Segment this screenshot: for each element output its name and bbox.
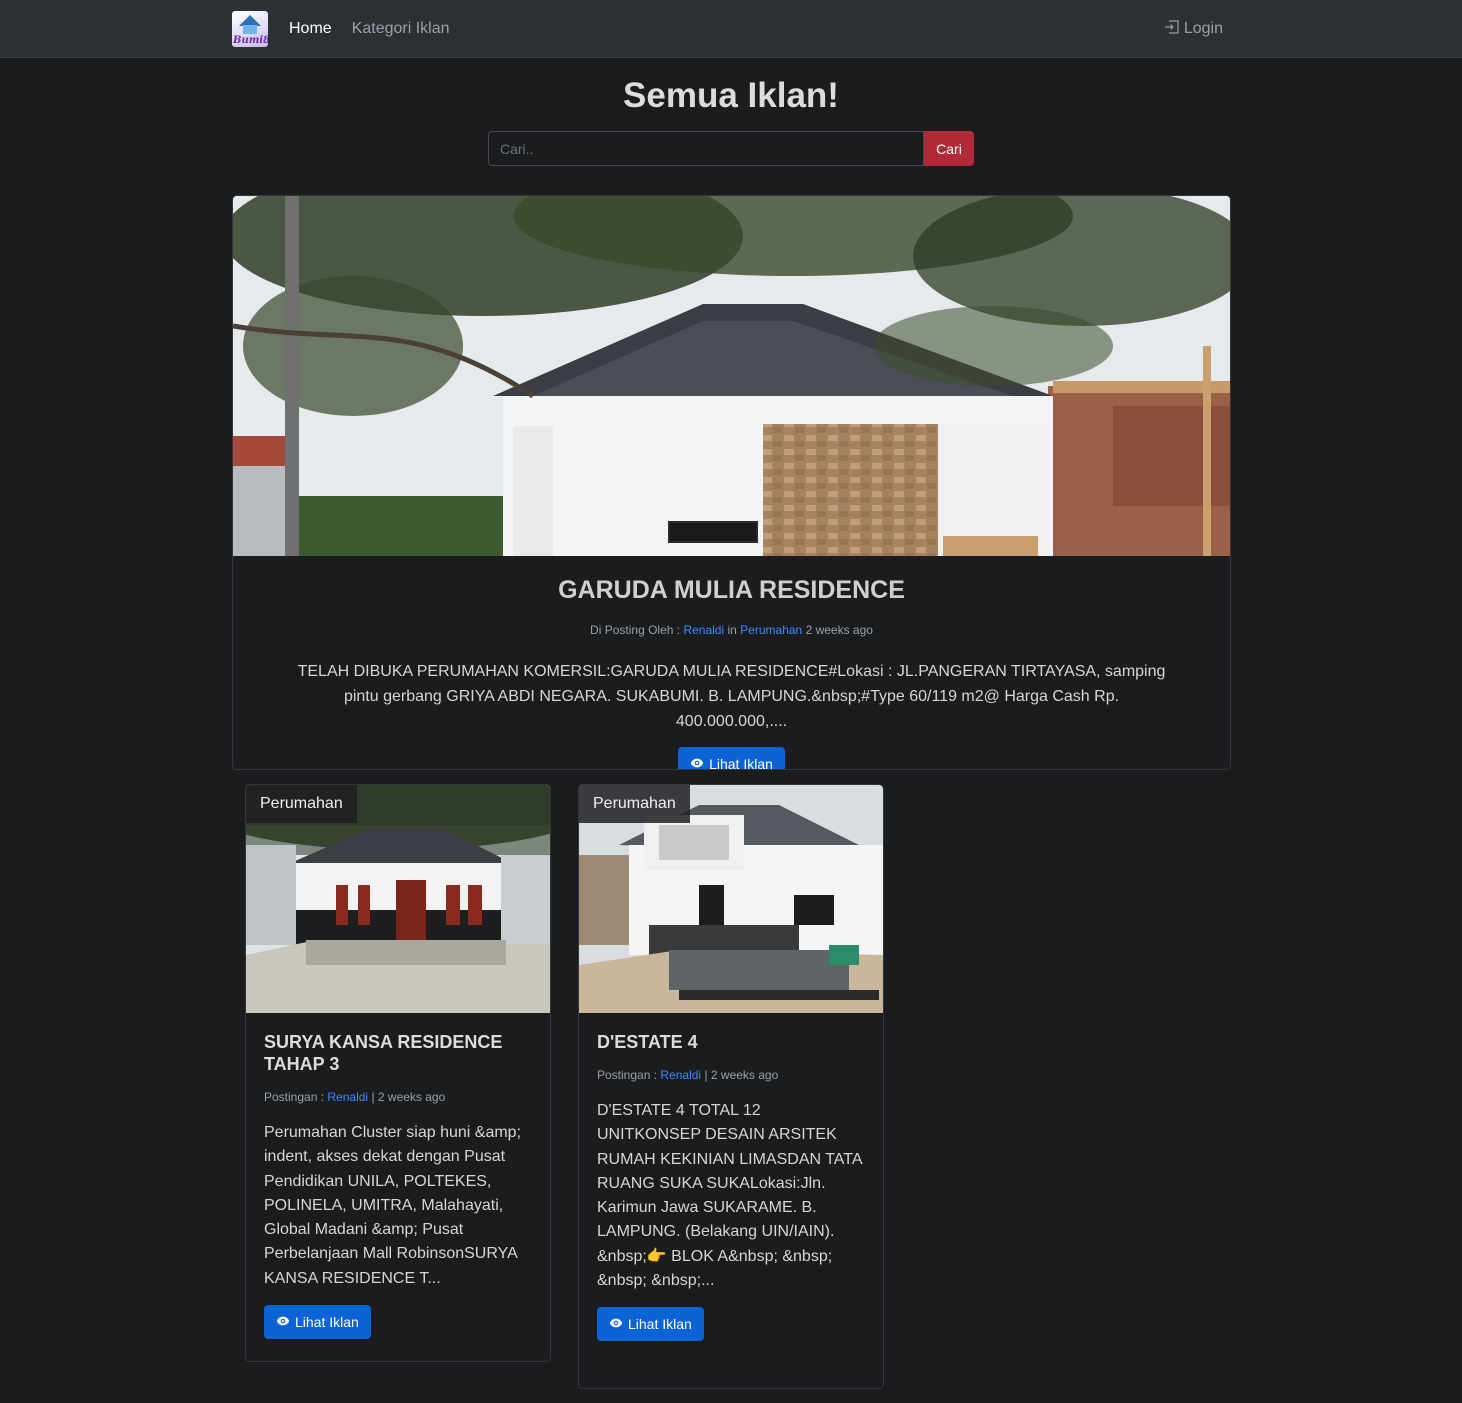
navbar-inner: Bumi88 Home Kategori Iklan Login: [232, 0, 1230, 58]
featured-meta-in: in: [727, 623, 737, 637]
featured-category-link[interactable]: Perumahan: [740, 623, 802, 637]
listing-meta-prefix: Postingan :: [597, 1068, 658, 1082]
listing-author-link[interactable]: Renaldi: [327, 1090, 368, 1104]
brand-logo[interactable]: Bumi88: [232, 11, 268, 47]
featured-title: GARUDA MULIA RESIDENCE: [558, 576, 905, 604]
listing-time: | 2 weeks ago: [704, 1068, 779, 1082]
listing-image[interactable]: Perumahan: [246, 785, 550, 1013]
logo-text: Bumi88: [233, 35, 268, 46]
listing-card: Perumahan D'ESTATE 4 Postingan : Renaldi…: [578, 784, 884, 1389]
listing-view-label: Lihat Iklan: [628, 1316, 692, 1333]
nav-home-link[interactable]: Home: [289, 20, 332, 38]
search-input[interactable]: [488, 131, 924, 166]
listing-view-button[interactable]: Lihat Iklan: [264, 1305, 371, 1340]
listing-image[interactable]: Perumahan: [579, 785, 883, 1013]
featured-image[interactable]: [233, 196, 1230, 556]
featured-card: GARUDA MULIA RESIDENCE Di Posting Oleh :…: [232, 195, 1231, 770]
navbar: Bumi88 Home Kategori Iklan Login: [0, 0, 1462, 58]
eye-icon: [609, 1316, 623, 1333]
featured-meta: Di Posting Oleh : Renaldi in Perumahan 2…: [233, 623, 1230, 637]
login-icon: [1164, 19, 1180, 40]
listing-view-button[interactable]: Lihat Iklan: [597, 1307, 704, 1342]
featured-author-link[interactable]: Renaldi: [683, 623, 724, 637]
search-form: Cari: [488, 131, 974, 166]
category-badge: Perumahan: [246, 785, 357, 823]
featured-house-illustration: [233, 196, 1230, 556]
eye-icon: [276, 1314, 290, 1331]
nav-categories-link[interactable]: Kategori Iklan: [352, 20, 450, 38]
listing-body: D'ESTATE 4 Postingan : Renaldi | 2 weeks…: [579, 1013, 883, 1359]
search-button[interactable]: Cari: [924, 131, 974, 166]
featured-view-button[interactable]: Lihat Iklan: [678, 747, 785, 770]
login-link[interactable]: Login: [1164, 19, 1223, 40]
listing-view-label: Lihat Iklan: [295, 1314, 359, 1331]
listing-meta: Postingan : Renaldi | 2 weeks ago: [264, 1090, 532, 1104]
listing-description: Perumahan Cluster siap huni &amp; indent…: [264, 1124, 522, 1287]
page-title: Semua Iklan!: [623, 76, 839, 115]
featured-time: 2 weeks ago: [805, 623, 873, 637]
featured-description: TELAH DIBUKA PERUMAHAN KOMERSIL:GARUDA M…: [297, 663, 1166, 730]
listing-button-wrap: Lihat Iklan: [597, 1307, 865, 1342]
featured-button-wrap: Lihat Iklan: [233, 747, 1230, 770]
listing-meta-prefix: Postingan :: [264, 1090, 325, 1104]
category-badge: Perumahan: [579, 785, 690, 823]
listing-body: SURYA KANSA RESIDENCE TAHAP 3 Postingan …: [246, 1013, 550, 1357]
listing-meta: Postingan : Renaldi | 2 weeks ago: [597, 1068, 865, 1082]
listing-button-wrap: Lihat Iklan: [264, 1305, 532, 1340]
listing-title: SURYA KANSA RESIDENCE TAHAP 3: [264, 1032, 503, 1074]
listing-author-link[interactable]: Renaldi: [660, 1068, 701, 1082]
listing-time: | 2 weeks ago: [371, 1090, 446, 1104]
featured-meta-prefix: Di Posting Oleh :: [590, 623, 681, 637]
featured-view-label: Lihat Iklan: [709, 756, 773, 770]
login-label: Login: [1183, 20, 1223, 37]
logo-house-shape: [243, 25, 257, 34]
listing-card: Perumahan SURYA KANSA RESIDENCE TAHAP 3 …: [245, 784, 551, 1362]
listing-description: D'ESTATE 4 TOTAL 12 UNITKONSEP DESAIN AR…: [597, 1102, 862, 1290]
eye-icon: [690, 756, 704, 770]
listing-title: D'ESTATE 4: [597, 1032, 698, 1052]
